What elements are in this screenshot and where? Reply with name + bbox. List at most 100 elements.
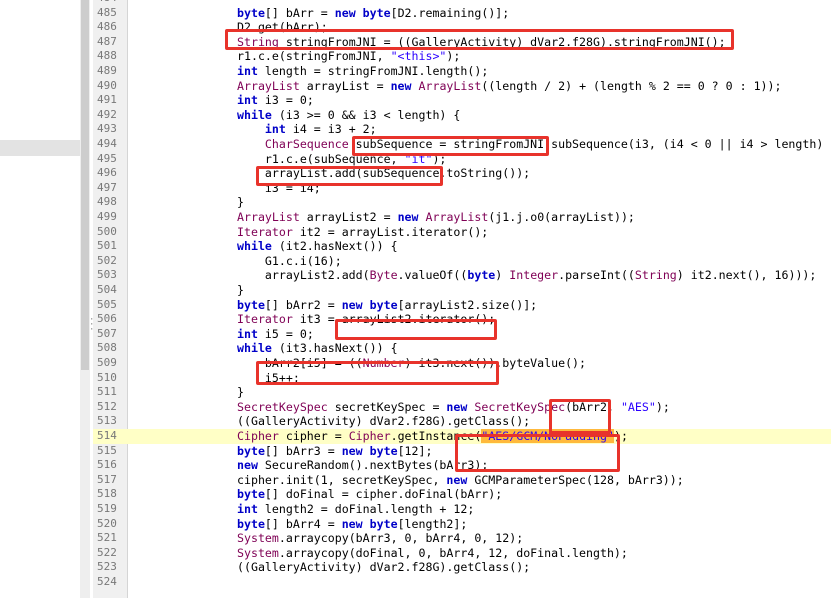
code-text: byte[] bArr3 = new byte[12]; <box>237 443 433 458</box>
code-line[interactable]: 523 ((GalleryActivity) dVar2.f28G).getCla… <box>93 560 831 575</box>
code-line[interactable]: 499 ArrayList arrayList2 = new ArrayList(… <box>93 210 831 225</box>
line-number: 518 <box>97 487 117 501</box>
code-line[interactable]: 519 int length2 = doFinal.length + 12; <box>93 502 831 517</box>
code-line[interactable]: 490 ArrayList arrayList = new ArrayList((… <box>93 79 831 94</box>
line-number: 506 <box>97 312 117 326</box>
code-text: Iterator it2 = arrayList.iterator(); <box>237 224 489 239</box>
code-text: byte[] bArr4 = new byte[length2]; <box>237 516 468 531</box>
annotation-box-iterator <box>335 319 497 340</box>
code-line[interactable]: 500 Iterator it2 = arrayList.iterator(); <box>93 225 831 240</box>
code-text: ArrayList arrayList = new ArrayList((len… <box>237 78 782 93</box>
line-number: 520 <box>97 516 117 530</box>
code-line[interactable]: 493 int i4 = i3 + 2; <box>93 122 831 137</box>
code-line[interactable]: 513 ((GalleryActivity) dVar2.f28G).getCla… <box>93 414 831 429</box>
code-text: new SecureRandom().nextBytes(bArr3); <box>237 458 489 473</box>
line-number: 487 <box>97 34 117 48</box>
line-number: 515 <box>97 443 117 457</box>
code-line[interactable]: 501 while (it2.hasNext()) { <box>93 239 831 254</box>
code-line[interactable]: 505 byte[] bArr2 = new byte[arrayList2.si… <box>93 298 831 313</box>
side-panel <box>0 0 80 598</box>
line-number: 485 <box>97 5 117 19</box>
code-line[interactable]: 498} <box>93 195 831 210</box>
line-number: 501 <box>97 239 117 253</box>
code-text: ((GalleryActivity) dVar2.f28G).getClass(… <box>237 414 531 429</box>
code-line[interactable]: 502 G1.c.i(16); <box>93 254 831 269</box>
line-number: 495 <box>97 151 117 165</box>
code-text: arrayList2.add(Byte.valueOf((byte) Integ… <box>237 268 817 283</box>
code-line[interactable]: 521 System.arraycopy(bArr3, 0, bArr4, 0, … <box>93 531 831 546</box>
code-line[interactable]: 512 SecretKeySpec secretKeySpec = new Sec… <box>93 400 831 415</box>
annotation-box-arraylist-add <box>256 166 443 186</box>
annotation-box-subsequence <box>352 136 549 156</box>
line-number: 512 <box>97 399 117 413</box>
line-number: 488 <box>97 49 117 63</box>
code-text: G1.c.i(16); <box>237 253 342 268</box>
line-number: 494 <box>97 137 117 150</box>
code-text: byte[] bArr = new byte[D2.remaining()]; <box>237 5 510 20</box>
code-text: int i4 = i3 + 2; <box>264 122 377 137</box>
line-number: 497 <box>97 180 117 194</box>
line-number: 489 <box>97 64 117 77</box>
line-number: 486 <box>97 20 117 34</box>
line-number: 499 <box>97 210 117 223</box>
code-text: System.arraycopy(doFinal, 0, bArr4, 12, … <box>237 545 628 560</box>
code-text: } <box>237 385 244 400</box>
scrollbar-thumb[interactable] <box>81 0 89 370</box>
code-text: while (i3 >= 0 && i3 < length) { <box>237 107 461 122</box>
code-text: cipher.init(1, secretKeySpec, new GCMPar… <box>237 472 684 487</box>
line-number: 505 <box>97 297 117 311</box>
code-text: ((GalleryActivity) dVar2.f28G).getClass(… <box>237 560 531 575</box>
code-line[interactable]: 496 arrayList.add(subSequence.toString()… <box>93 166 831 181</box>
line-number: 519 <box>97 502 117 515</box>
code-text: byte[] bArr2 = new byte[arrayList2.size(… <box>237 297 538 312</box>
line-number: 500 <box>97 224 117 238</box>
code-line[interactable]: 492 while (i3 >= 0 && i3 < length) { <box>93 108 831 123</box>
code-line[interactable]: 497 i3 = i4; <box>93 181 831 196</box>
code-text: ArrayList arrayList2 = new ArrayList(j1.… <box>237 210 635 224</box>
code-text: r1.c.e(stringFromJNI, "<this>"); <box>237 49 461 64</box>
line-number: 490 <box>97 78 117 92</box>
code-line[interactable]: 491 int i3 = 0; <box>93 93 831 108</box>
code-line[interactable]: 517 cipher.init(1, secretKeySpec, new GCM… <box>93 473 831 488</box>
code-line[interactable]: 508 while (it3.hasNext()) { <box>93 341 831 356</box>
vertical-scrollbar[interactable] <box>80 0 90 598</box>
line-number: 502 <box>97 253 117 267</box>
code-line[interactable]: 520 byte[] bArr4 = new byte[length2]; <box>93 517 831 532</box>
code-line[interactable]: 524 <box>93 575 831 590</box>
line-number: 523 <box>97 560 117 574</box>
code-line[interactable]: 511} <box>93 385 831 400</box>
code-line[interactable]: 489 int length = stringFromJNI.length(); <box>93 64 831 79</box>
annotation-box-bytevalue-cast <box>256 361 499 385</box>
code-text: while (it3.hasNext()) { <box>237 341 398 356</box>
code-text: int length2 = doFinal.length + 12; <box>237 502 475 516</box>
code-line[interactable]: 488 r1.c.e(stringFromJNI, "<this>"); <box>93 49 831 64</box>
code-text: while (it2.hasNext()) { <box>237 239 398 254</box>
line-number: 514 <box>97 429 117 442</box>
line-number: 492 <box>97 107 117 121</box>
line-number: 503 <box>97 268 117 282</box>
side-panel-scrollbar[interactable] <box>0 140 80 156</box>
code-text: } <box>237 283 244 297</box>
line-number: 511 <box>97 385 117 399</box>
code-text: byte[] doFinal = cipher.doFinal(bArr); <box>237 487 503 502</box>
code-line[interactable]: 485 byte[] bArr = new byte[D2.remaining()… <box>93 6 831 21</box>
line-number: 513 <box>97 414 117 428</box>
line-number: 510 <box>97 370 117 384</box>
code-editor[interactable]: 484485byte[] bArr = new byte[D2.remainin… <box>93 0 831 598</box>
line-number: 522 <box>97 545 117 559</box>
line-number: 507 <box>97 326 117 340</box>
annotation-box-aes-gcm <box>455 434 620 472</box>
code-line[interactable]: 522 System.arraycopy(doFinal, 0, bArr4, 1… <box>93 546 831 561</box>
line-number: 496 <box>97 166 117 180</box>
line-number: 491 <box>97 93 117 107</box>
line-number: 493 <box>97 122 117 136</box>
code-text: int length = stringFromJNI.length(); <box>237 64 489 78</box>
code-line[interactable]: 503 arrayList2.add(Byte.valueOf((byte) I… <box>93 268 831 283</box>
code-line[interactable]: 504} <box>93 283 831 298</box>
line-number: 509 <box>97 356 117 369</box>
code-text: int i3 = 0; <box>237 93 314 108</box>
line-number: 517 <box>97 472 117 486</box>
line-number: 521 <box>97 531 117 545</box>
annotation-box-stringfromjni <box>225 29 734 50</box>
code-line[interactable]: 518 byte[] doFinal = cipher.doFinal(bArr)… <box>93 487 831 502</box>
